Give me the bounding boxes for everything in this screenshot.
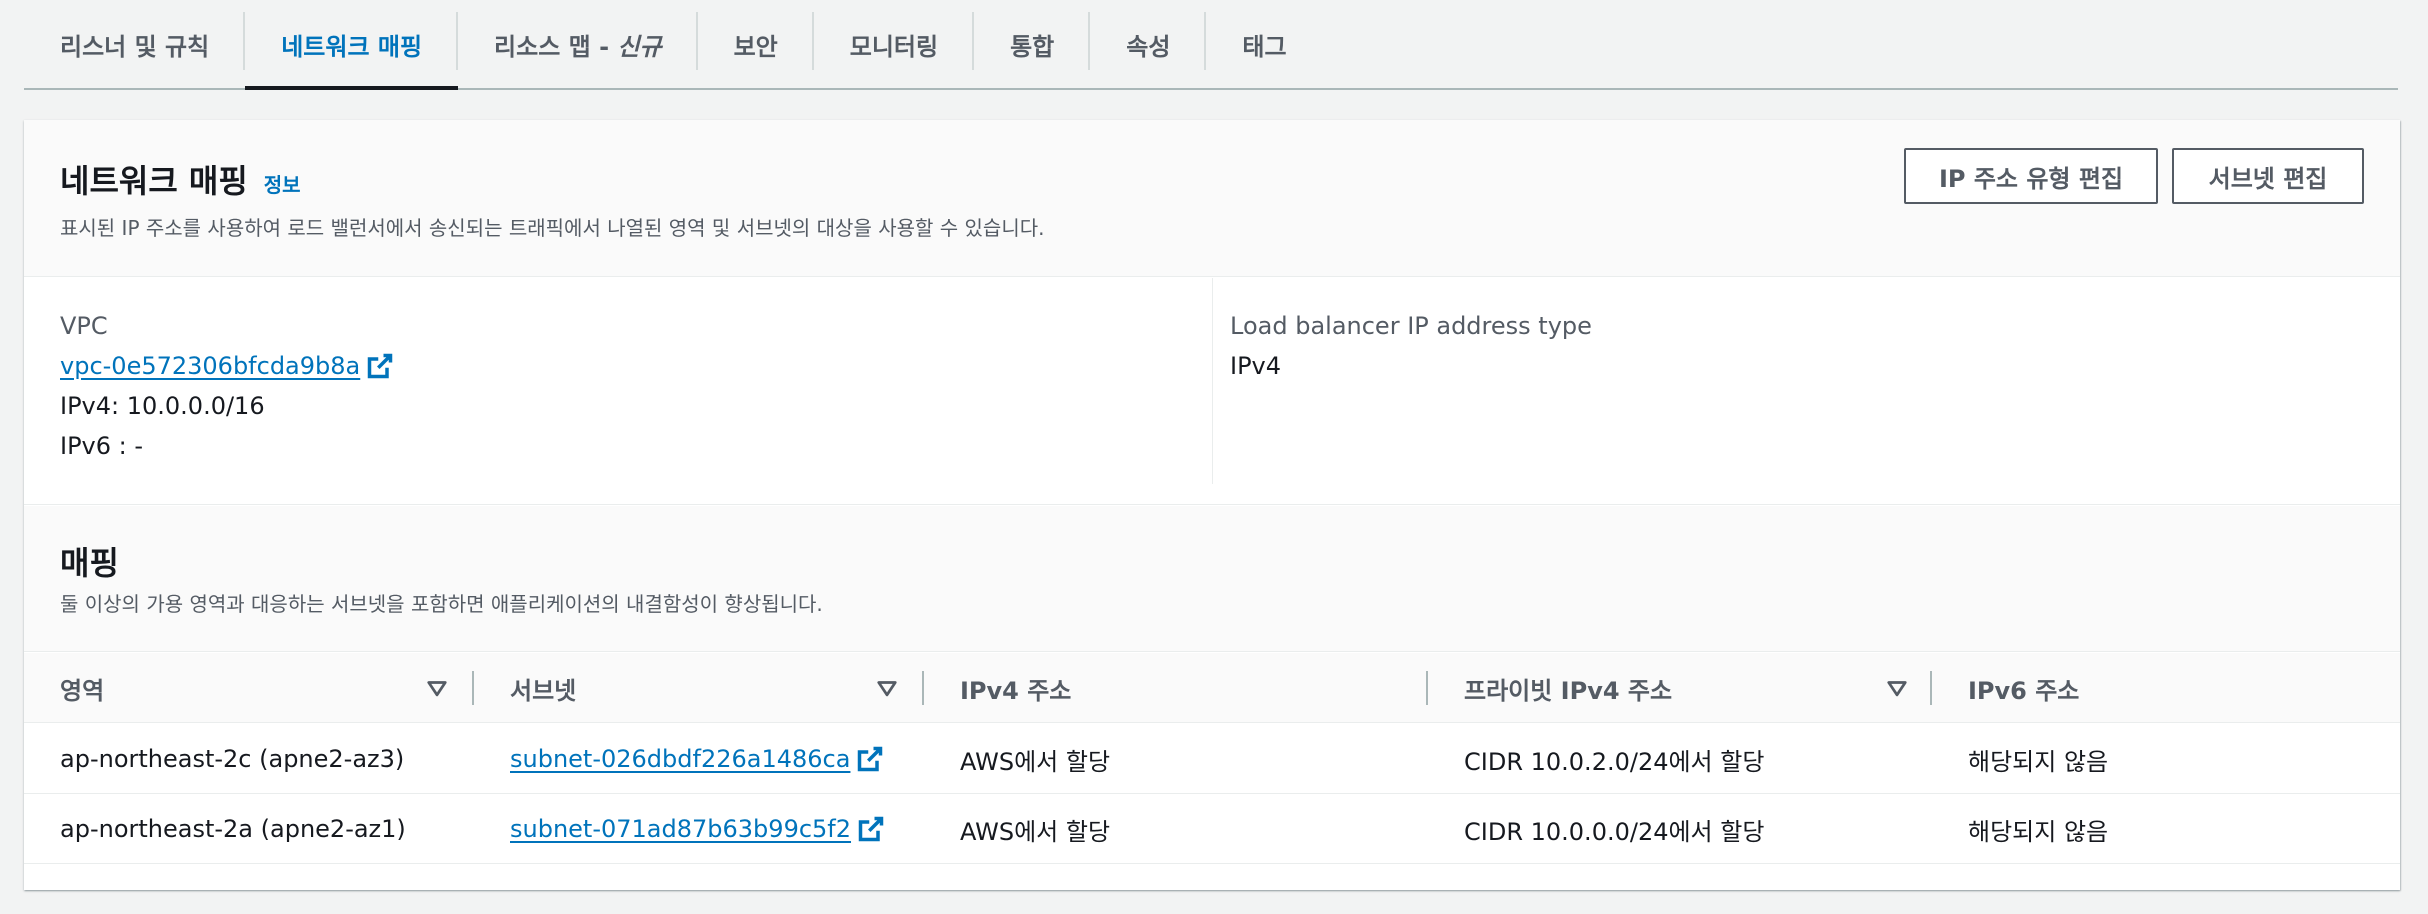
tab-monitoring[interactable]: 모니터링: [814, 0, 975, 88]
zone-cell: ap-northeast-2a (apne2-az1): [60, 815, 406, 843]
subnet-link[interactable]: subnet-026dbdf226a1486ca: [510, 745, 884, 773]
sort-caret-down-icon[interactable]: [426, 677, 448, 699]
external-link-icon: [857, 815, 885, 843]
external-link-icon: [856, 745, 884, 773]
tab-tags[interactable]: 태그: [1206, 0, 1322, 88]
vpc-id: vpc-0e572306bfcda9b8a: [60, 352, 361, 380]
ipv4-cell: AWS에서 할당: [960, 747, 1111, 776]
ipv6-cell: 해당되지 않음: [1968, 747, 2109, 776]
tab-network-mapping[interactable]: 네트워크 매핑: [245, 0, 459, 90]
tab-listeners-rules[interactable]: 리스너 및 규칙: [24, 0, 246, 88]
tab-label: 태그: [1242, 32, 1287, 61]
private-ipv4-cell: CIDR 10.0.0.0/24에서 할당: [1464, 817, 1765, 846]
mapping-header: 매핑 둘 이상의 가용 영역과 대응하는 서브넷을 포함하면 애플리케이션의 내…: [24, 506, 2400, 652]
tab-label: 네트워크 매핑: [281, 32, 423, 61]
column-resizer[interactable]: [922, 671, 924, 705]
column-header-zone[interactable]: 영역: [60, 653, 104, 723]
column-resizer[interactable]: [1930, 671, 1932, 705]
tab-resource-map[interactable]: 리소스 맵 - 신규: [458, 0, 698, 88]
table-row: ap-northeast-2a (apne2-az1) subnet-071ad…: [24, 794, 2400, 864]
details-section: VPC vpc-0e572306bfcda9b8a IPv4: 10.0.0.0…: [24, 278, 2400, 505]
tab-bar: 리스너 및 규칙 네트워크 매핑 리소스 맵 - 신규 보안 모니터링 통합 속…: [24, 0, 2398, 90]
new-badge: 신규: [617, 32, 662, 61]
container-header: 네트워크 매핑 정보 표시된 IP 주소를 사용하여 로드 밸런서에서 송신되는…: [24, 120, 2400, 277]
subnet-id: subnet-071ad87b63b99c5f2: [510, 815, 852, 843]
tab-label: 속성: [1126, 32, 1171, 61]
column-resizer[interactable]: [1426, 671, 1428, 705]
tab-label: 모니터링: [849, 32, 939, 61]
mapping-description: 둘 이상의 가용 영역과 대응하는 서브넷을 포함하면 애플리케이션의 내결함성…: [60, 592, 823, 616]
lb-ip-type-value: IPv4: [1230, 352, 1282, 380]
network-mapping-container: 네트워크 매핑 정보 표시된 IP 주소를 사용하여 로드 밸런서에서 송신되는…: [24, 120, 2400, 890]
mapping-title: 매핑: [60, 544, 119, 582]
column-header-label: IPv4 주소: [960, 676, 1072, 705]
column-divider: [1212, 278, 1213, 484]
subnet-link[interactable]: subnet-071ad87b63b99c5f2: [510, 815, 885, 843]
tab-label: 통합: [1010, 32, 1055, 61]
edit-ip-address-type-button[interactable]: IP 주소 유형 편집: [1904, 148, 2158, 204]
column-header-label: 프라이빗 IPv4 주소: [1464, 676, 1673, 705]
subnet-cell: subnet-026dbdf226a1486ca: [510, 724, 884, 794]
page-title: 네트워크 매핑: [60, 162, 248, 200]
edit-subnets-button[interactable]: 서브넷 편집: [2172, 148, 2364, 204]
tab-label: 리스너 및 규칙: [60, 32, 210, 61]
tab-attributes[interactable]: 속성: [1090, 0, 1207, 88]
column-header-private-ipv4[interactable]: 프라이빗 IPv4 주소: [1464, 653, 1672, 723]
table-header: 영역 서브넷 IPv4 주소 프라이빗 IPv4 주소 IPv6 주소: [24, 653, 2400, 723]
vpc-ipv4: IPv4: 10.0.0.0/16: [60, 392, 265, 420]
vpc-label: VPC: [60, 312, 108, 340]
subnet-cell: subnet-071ad87b63b99c5f2: [510, 794, 885, 864]
column-header-ipv6: IPv6 주소: [1968, 653, 2079, 723]
column-header-label: 서브넷: [510, 676, 577, 705]
tab-label: 보안: [733, 32, 778, 61]
column-header-ipv4: IPv4 주소: [960, 653, 1071, 723]
ipv6-cell: 해당되지 않음: [1968, 817, 2109, 846]
ipv4-cell: AWS에서 할당: [960, 817, 1111, 846]
vpc-link[interactable]: vpc-0e572306bfcda9b8a: [60, 352, 394, 380]
header-description: 표시된 IP 주소를 사용하여 로드 밸런서에서 송신되는 트래픽에서 나열된 …: [60, 216, 1045, 240]
sort-caret-down-icon[interactable]: [1886, 677, 1908, 699]
private-ipv4-cell: CIDR 10.0.2.0/24에서 할당: [1464, 747, 1765, 776]
column-header-label: 영역: [60, 676, 105, 705]
lb-ip-type-label: Load balancer IP address type: [1230, 312, 1592, 340]
info-link[interactable]: 정보: [264, 169, 301, 198]
tab-integrations[interactable]: 통합: [974, 0, 1091, 88]
column-header-subnet[interactable]: 서브넷: [510, 653, 576, 723]
column-header-label: IPv6 주소: [1968, 676, 2080, 705]
tab-label-text: 리소스 맵 -: [494, 32, 618, 61]
external-link-icon: [366, 352, 394, 380]
subnet-id: subnet-026dbdf226a1486ca: [510, 745, 851, 773]
tab-security[interactable]: 보안: [698, 0, 814, 88]
column-resizer[interactable]: [472, 671, 474, 705]
zone-cell: ap-northeast-2c (apne2-az3): [60, 745, 405, 773]
title-row: 네트워크 매핑 정보: [60, 156, 301, 202]
tab-label: 리소스 맵 - 신규: [458, 27, 698, 62]
sort-caret-down-icon[interactable]: [876, 677, 898, 699]
vpc-ipv6: IPv6 : -: [60, 432, 144, 460]
table-row: ap-northeast-2c (apne2-az3) subnet-026db…: [24, 724, 2400, 794]
